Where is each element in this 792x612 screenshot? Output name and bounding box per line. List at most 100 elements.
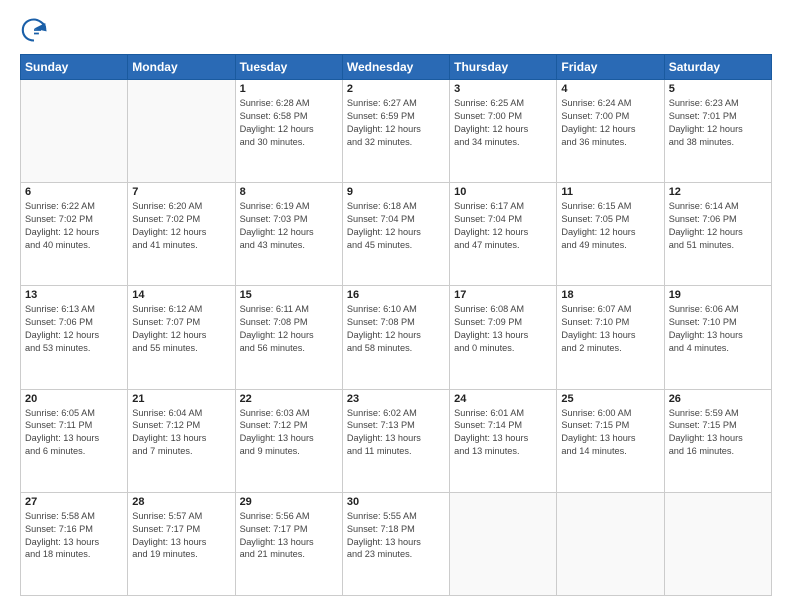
- calendar-cell: [664, 492, 771, 595]
- week-row-1: 1 Sunrise: 6:28 AM Sunset: 6:58 PM Daylig…: [21, 80, 772, 183]
- calendar-cell: 27 Sunrise: 5:58 AM Sunset: 7:16 PM Dayli…: [21, 492, 128, 595]
- week-row-2: 6 Sunrise: 6:22 AM Sunset: 7:02 PM Daylig…: [21, 183, 772, 286]
- calendar-cell: 28 Sunrise: 5:57 AM Sunset: 7:17 PM Dayli…: [128, 492, 235, 595]
- calendar-cell: 23 Sunrise: 6:02 AM Sunset: 7:13 PM Dayli…: [342, 389, 449, 492]
- week-row-5: 27 Sunrise: 5:58 AM Sunset: 7:16 PM Dayli…: [21, 492, 772, 595]
- header: [20, 16, 772, 44]
- weekday-header-saturday: Saturday: [664, 55, 771, 80]
- day-info: Sunrise: 6:23 AM Sunset: 7:01 PM Dayligh…: [669, 97, 767, 149]
- logo-icon: [20, 16, 48, 44]
- calendar-cell: [557, 492, 664, 595]
- day-info: Sunrise: 6:04 AM Sunset: 7:12 PM Dayligh…: [132, 407, 230, 459]
- day-number: 23: [347, 393, 445, 405]
- day-number: 7: [132, 186, 230, 198]
- day-number: 1: [240, 83, 338, 95]
- calendar-cell: 30Sunrise: 5:55 AM Sunset: 7:18 PM Dayli…: [342, 492, 449, 595]
- calendar-cell: 18 Sunrise: 6:07 AM Sunset: 7:10 PM Dayli…: [557, 286, 664, 389]
- day-info: Sunrise: 6:13 AM Sunset: 7:06 PM Dayligh…: [25, 303, 123, 355]
- weekday-header-friday: Friday: [557, 55, 664, 80]
- day-info: Sunrise: 6:11 AM Sunset: 7:08 PM Dayligh…: [240, 303, 338, 355]
- day-info: Sunrise: 6:10 AM Sunset: 7:08 PM Dayligh…: [347, 303, 445, 355]
- day-number: 14: [132, 289, 230, 301]
- calendar-cell: 26 Sunrise: 5:59 AM Sunset: 7:15 PM Dayli…: [664, 389, 771, 492]
- calendar-cell: 25 Sunrise: 6:00 AM Sunset: 7:15 PM Dayli…: [557, 389, 664, 492]
- day-number: 3: [454, 83, 552, 95]
- calendar-cell: 21 Sunrise: 6:04 AM Sunset: 7:12 PM Dayli…: [128, 389, 235, 492]
- day-info: Sunrise: 6:22 AM Sunset: 7:02 PM Dayligh…: [25, 200, 123, 252]
- day-number: 9: [347, 186, 445, 198]
- calendar-cell: 3 Sunrise: 6:25 AM Sunset: 7:00 PM Daylig…: [450, 80, 557, 183]
- day-info: Sunrise: 6:00 AM Sunset: 7:15 PM Dayligh…: [561, 407, 659, 459]
- day-info: Sunrise: 6:02 AM Sunset: 7:13 PM Dayligh…: [347, 407, 445, 459]
- day-number: 15: [240, 289, 338, 301]
- calendar-cell: 14 Sunrise: 6:12 AM Sunset: 7:07 PM Dayli…: [128, 286, 235, 389]
- page: SundayMondayTuesdayWednesdayThursdayFrid…: [0, 0, 792, 612]
- calendar-cell: 9 Sunrise: 6:18 AM Sunset: 7:04 PM Daylig…: [342, 183, 449, 286]
- calendar-cell: 11Sunrise: 6:15 AM Sunset: 7:05 PM Dayli…: [557, 183, 664, 286]
- calendar-cell: [21, 80, 128, 183]
- day-number: 27: [25, 496, 123, 508]
- weekday-header-row: SundayMondayTuesdayWednesdayThursdayFrid…: [21, 55, 772, 80]
- day-info: Sunrise: 6:07 AM Sunset: 7:10 PM Dayligh…: [561, 303, 659, 355]
- calendar-cell: 5 Sunrise: 6:23 AM Sunset: 7:01 PM Daylig…: [664, 80, 771, 183]
- day-info: Sunrise: 5:58 AM Sunset: 7:16 PM Dayligh…: [25, 510, 123, 562]
- day-info: Sunrise: 6:01 AM Sunset: 7:14 PM Dayligh…: [454, 407, 552, 459]
- calendar-cell: 2 Sunrise: 6:27 AM Sunset: 6:59 PM Daylig…: [342, 80, 449, 183]
- day-info: Sunrise: 6:08 AM Sunset: 7:09 PM Dayligh…: [454, 303, 552, 355]
- calendar-cell: 7 Sunrise: 6:20 AM Sunset: 7:02 PM Daylig…: [128, 183, 235, 286]
- day-number: 10: [454, 186, 552, 198]
- day-info: Sunrise: 6:06 AM Sunset: 7:10 PM Dayligh…: [669, 303, 767, 355]
- calendar-cell: 13 Sunrise: 6:13 AM Sunset: 7:06 PM Dayli…: [21, 286, 128, 389]
- calendar-cell: 12 Sunrise: 6:14 AM Sunset: 7:06 PM Dayli…: [664, 183, 771, 286]
- day-number: 16: [347, 289, 445, 301]
- weekday-header-tuesday: Tuesday: [235, 55, 342, 80]
- day-number: 28: [132, 496, 230, 508]
- calendar-cell: 19Sunrise: 6:06 AM Sunset: 7:10 PM Dayli…: [664, 286, 771, 389]
- day-number: 21: [132, 393, 230, 405]
- day-info: Sunrise: 6:27 AM Sunset: 6:59 PM Dayligh…: [347, 97, 445, 149]
- day-number: 6: [25, 186, 123, 198]
- day-number: 18: [561, 289, 659, 301]
- day-info: Sunrise: 5:57 AM Sunset: 7:17 PM Dayligh…: [132, 510, 230, 562]
- weekday-header-wednesday: Wednesday: [342, 55, 449, 80]
- day-info: Sunrise: 6:28 AM Sunset: 6:58 PM Dayligh…: [240, 97, 338, 149]
- day-info: Sunrise: 6:03 AM Sunset: 7:12 PM Dayligh…: [240, 407, 338, 459]
- day-info: Sunrise: 6:17 AM Sunset: 7:04 PM Dayligh…: [454, 200, 552, 252]
- day-number: 8: [240, 186, 338, 198]
- calendar-cell: 4Sunrise: 6:24 AM Sunset: 7:00 PM Daylig…: [557, 80, 664, 183]
- day-info: Sunrise: 6:05 AM Sunset: 7:11 PM Dayligh…: [25, 407, 123, 459]
- calendar-cell: 22 Sunrise: 6:03 AM Sunset: 7:12 PM Dayli…: [235, 389, 342, 492]
- day-number: 30: [347, 496, 445, 508]
- calendar-cell: 20Sunrise: 6:05 AM Sunset: 7:11 PM Dayli…: [21, 389, 128, 492]
- day-info: Sunrise: 6:14 AM Sunset: 7:06 PM Dayligh…: [669, 200, 767, 252]
- day-number: 22: [240, 393, 338, 405]
- day-number: 29: [240, 496, 338, 508]
- day-number: 13: [25, 289, 123, 301]
- calendar-cell: 16 Sunrise: 6:10 AM Sunset: 7:08 PM Dayli…: [342, 286, 449, 389]
- calendar-cell: 1 Sunrise: 6:28 AM Sunset: 6:58 PM Daylig…: [235, 80, 342, 183]
- day-number: 12: [669, 186, 767, 198]
- day-info: Sunrise: 6:12 AM Sunset: 7:07 PM Dayligh…: [132, 303, 230, 355]
- day-info: Sunrise: 6:20 AM Sunset: 7:02 PM Dayligh…: [132, 200, 230, 252]
- calendar-table: SundayMondayTuesdayWednesdayThursdayFrid…: [20, 54, 772, 596]
- calendar-cell: [450, 492, 557, 595]
- day-info: Sunrise: 5:56 AM Sunset: 7:17 PM Dayligh…: [240, 510, 338, 562]
- day-info: Sunrise: 6:25 AM Sunset: 7:00 PM Dayligh…: [454, 97, 552, 149]
- day-number: 2: [347, 83, 445, 95]
- day-info: Sunrise: 6:18 AM Sunset: 7:04 PM Dayligh…: [347, 200, 445, 252]
- calendar-cell: 8Sunrise: 6:19 AM Sunset: 7:03 PM Daylig…: [235, 183, 342, 286]
- day-number: 5: [669, 83, 767, 95]
- day-number: 17: [454, 289, 552, 301]
- weekday-header-monday: Monday: [128, 55, 235, 80]
- day-number: 25: [561, 393, 659, 405]
- day-number: 26: [669, 393, 767, 405]
- calendar-cell: 24Sunrise: 6:01 AM Sunset: 7:14 PM Dayli…: [450, 389, 557, 492]
- day-number: 11: [561, 186, 659, 198]
- calendar-cell: [128, 80, 235, 183]
- calendar-cell: 29 Sunrise: 5:56 AM Sunset: 7:17 PM Dayli…: [235, 492, 342, 595]
- week-row-4: 20Sunrise: 6:05 AM Sunset: 7:11 PM Dayli…: [21, 389, 772, 492]
- calendar-cell: 17 Sunrise: 6:08 AM Sunset: 7:09 PM Dayli…: [450, 286, 557, 389]
- calendar-cell: 10 Sunrise: 6:17 AM Sunset: 7:04 PM Dayli…: [450, 183, 557, 286]
- day-info: Sunrise: 5:59 AM Sunset: 7:15 PM Dayligh…: [669, 407, 767, 459]
- day-info: Sunrise: 6:24 AM Sunset: 7:00 PM Dayligh…: [561, 97, 659, 149]
